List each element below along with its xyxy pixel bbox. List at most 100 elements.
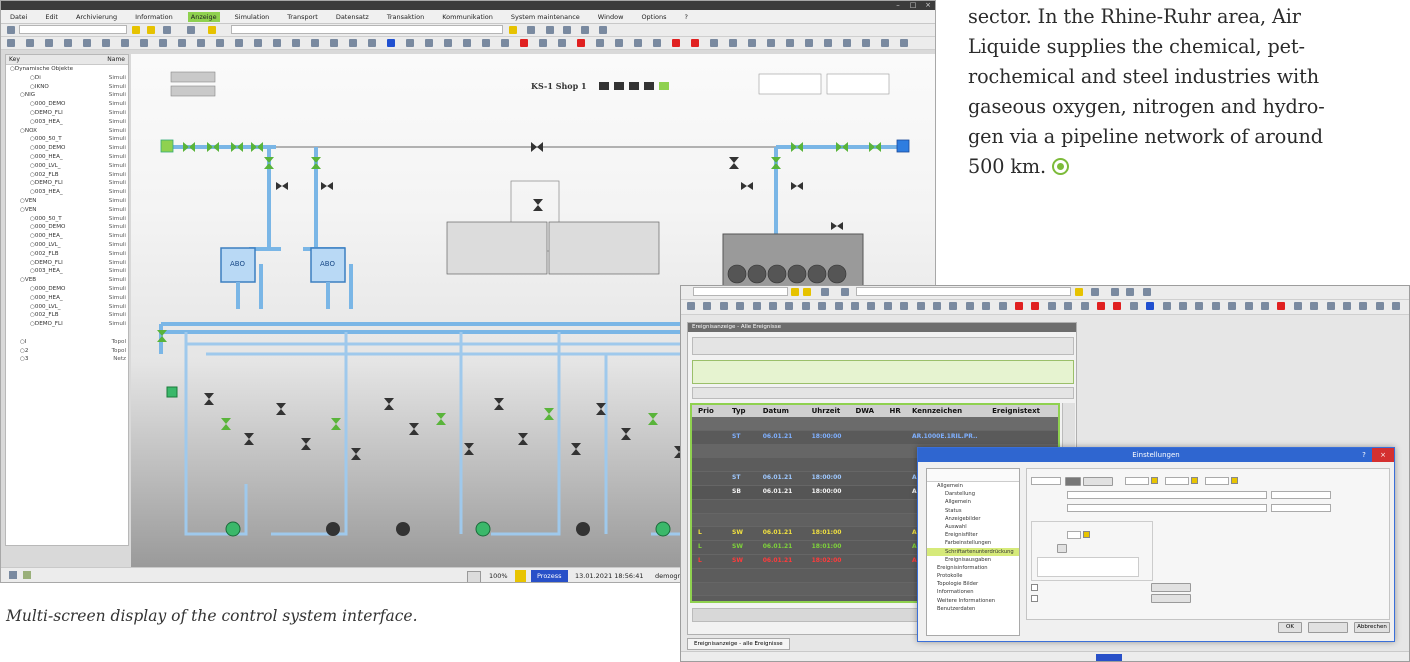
event-column-header[interactable]: Datum <box>757 405 806 417</box>
menu-item[interactable]: System maintenance <box>508 12 583 22</box>
toolbar-button[interactable] <box>615 39 623 47</box>
color-picker-button[interactable] <box>1083 477 1113 486</box>
toolbar-button[interactable] <box>1392 302 1401 310</box>
toolbar-button[interactable] <box>463 39 471 47</box>
menu-item[interactable]: Archivierung <box>73 12 120 22</box>
toolbar-button[interactable] <box>1047 302 1056 310</box>
menu-item[interactable]: ? <box>682 12 691 22</box>
tool-icon[interactable] <box>821 288 829 296</box>
cancel-button[interactable]: Abbrechen <box>1354 622 1390 633</box>
event-column-header[interactable]: Prio <box>692 405 726 417</box>
toolbar-button[interactable] <box>197 39 205 47</box>
valve-icon[interactable] <box>494 398 504 410</box>
printer-icon[interactable] <box>1143 288 1151 296</box>
tree-item[interactable]: ○VEB Simuli <box>6 276 128 285</box>
tool-icon[interactable] <box>163 26 171 34</box>
valve-icon[interactable] <box>544 408 554 420</box>
tree-item[interactable]: ○002_FLB Simuli <box>6 311 128 320</box>
stepper[interactable] <box>1191 477 1198 484</box>
menu-item[interactable]: Datei <box>7 12 30 22</box>
g-field[interactable] <box>1165 477 1189 485</box>
toolbar-button[interactable] <box>1162 302 1171 310</box>
menu-item[interactable]: Options <box>638 12 669 22</box>
event-row[interactable]: ST 06.01.21 18:00:00 AR.1000E.1RIL.PR.. <box>692 430 1058 445</box>
help-icon[interactable] <box>599 26 607 34</box>
settings-tree-item[interactable]: Protokolle <box>927 572 1019 580</box>
toolbar-button[interactable] <box>785 302 794 310</box>
valve-icon[interactable] <box>409 423 419 435</box>
tree-item[interactable]: ○000_DEMO Simuli <box>6 100 128 109</box>
toolbar-button[interactable] <box>1179 302 1187 310</box>
folder-icon[interactable] <box>1075 288 1083 296</box>
valve-icon[interactable] <box>384 398 394 410</box>
event-column-header[interactable]: Ereignistext <box>986 405 1058 417</box>
tab-event-display[interactable]: Ereignisanzeige - alle Ereignisse <box>687 638 790 650</box>
toolbar-button[interactable] <box>691 39 699 47</box>
tree-item[interactable]: ○000_LVL_ Simuli <box>6 303 128 312</box>
toolbar-button[interactable] <box>311 39 319 47</box>
tool-icon[interactable] <box>841 288 849 296</box>
tree-item[interactable]: ○003_HEA_ Simuli <box>6 118 128 127</box>
toolbar-button[interactable] <box>1343 302 1351 310</box>
event-column-header[interactable]: Kennzeichen <box>906 405 986 417</box>
tree-item[interactable]: ○000_HEA_ Simuli <box>6 232 128 241</box>
toolbar-button[interactable] <box>805 39 813 47</box>
tree-item[interactable]: ○2 Topol <box>6 347 128 356</box>
toolbar-button[interactable] <box>387 39 395 47</box>
toolbar-button[interactable] <box>982 302 991 310</box>
tree-item[interactable]: ○3 Netz <box>6 355 128 364</box>
valve-icon[interactable] <box>301 438 311 450</box>
tree-item[interactable] <box>6 329 128 338</box>
toolbar-button[interactable] <box>596 39 604 47</box>
event-column-header[interactable]: HR <box>883 405 905 417</box>
toolbar-button[interactable] <box>1375 302 1384 310</box>
tree-item[interactable]: ○DEMO_FLI Simuli <box>6 320 128 329</box>
toolbar-button[interactable] <box>235 39 243 47</box>
screen-icon[interactable] <box>467 571 481 582</box>
toolbar-button[interactable] <box>736 302 745 310</box>
toolbar-button[interactable] <box>102 39 110 47</box>
menu-item[interactable]: Transport <box>284 12 321 22</box>
toolbar-button[interactable] <box>64 39 72 47</box>
menu-item[interactable]: Edit <box>42 12 61 22</box>
valve-icon[interactable] <box>351 448 361 460</box>
valve-icon[interactable] <box>204 393 214 405</box>
tree-item[interactable]: ○VEN Simuli <box>6 197 128 206</box>
settings-tree-item[interactable]: Farbeinstellungen <box>927 539 1019 547</box>
toolbar-button[interactable] <box>729 39 737 47</box>
toolbar-button[interactable] <box>965 302 974 310</box>
tree-item[interactable]: ○000_LVL_ Simuli <box>6 241 128 250</box>
tree-item[interactable]: ○003_HEA_ Simuli <box>6 267 128 276</box>
valve-icon[interactable] <box>244 433 254 445</box>
toolbar-button[interactable] <box>883 302 892 310</box>
tool-icon[interactable] <box>546 26 554 34</box>
toolbar-button[interactable] <box>368 39 376 47</box>
object-search-input[interactable] <box>693 287 788 296</box>
tree-item[interactable]: ○000_DEMO Simuli <box>6 223 128 232</box>
toolbar-button[interactable] <box>767 39 775 47</box>
toolbar-button[interactable] <box>752 302 761 310</box>
nav-icon[interactable] <box>9 571 17 579</box>
toolbar-button[interactable] <box>45 39 53 47</box>
tree-header-key[interactable]: Key <box>9 55 20 64</box>
r-field[interactable] <box>1125 477 1149 485</box>
valve-icon[interactable] <box>464 443 474 455</box>
toolbar-button[interactable] <box>900 302 909 310</box>
tool-icon[interactable] <box>187 26 195 34</box>
checkbox[interactable] <box>1031 595 1038 602</box>
menu-item[interactable]: Simulation <box>232 12 273 22</box>
settings-tree-item[interactable]: Allgemein <box>927 498 1019 506</box>
toolbar-button[interactable] <box>843 39 851 47</box>
toolbar-button[interactable] <box>824 39 832 47</box>
toolbar-button[interactable] <box>769 302 777 310</box>
active-filter-text[interactable] <box>692 360 1074 384</box>
tree-item[interactable]: ○DEMO_FLI Simuli <box>6 109 128 118</box>
font-button[interactable] <box>1057 544 1067 553</box>
open-icon[interactable] <box>803 288 811 296</box>
nav-icon[interactable] <box>23 571 31 579</box>
toolbar-button[interactable] <box>1129 302 1138 310</box>
tool-icon[interactable] <box>208 26 216 34</box>
toolbar-button[interactable] <box>254 39 262 47</box>
toolbar-button[interactable] <box>520 39 528 47</box>
tree-item[interactable]: ○DEMO_FLI Simuli <box>6 259 128 268</box>
